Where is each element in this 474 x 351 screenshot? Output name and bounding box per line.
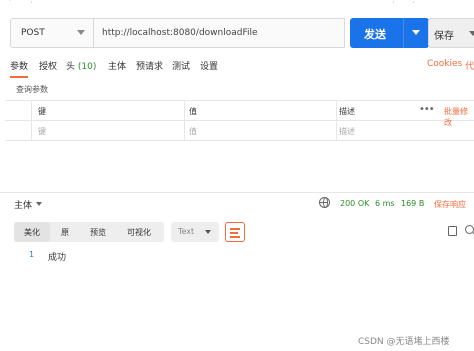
search-icon[interactable] <box>465 225 474 234</box>
value-input[interactable]: 值 <box>189 126 197 137</box>
status-code: 200 OK <box>340 199 370 208</box>
tab-headers[interactable]: 头 (10) <box>66 59 96 72</box>
tab-tests[interactable]: 测试 <box>172 59 190 72</box>
view-raw[interactable]: 原 <box>61 227 69 238</box>
line-number: 1 <box>29 250 35 259</box>
format-value: Text <box>178 227 195 236</box>
url-value: http://localhost:8080/downloadFile <box>102 28 258 38</box>
tab-label: 授权 <box>39 62 58 72</box>
request-tabs: 参数 授权 头 (10) 主体 预请求 测试 设置 Cookies 代 <box>0 59 474 79</box>
query-params-title: 查询参数 <box>16 85 48 94</box>
key-input[interactable]: 键 <box>38 126 46 137</box>
tab-label: 预请求 <box>136 62 164 72</box>
column-divider <box>184 101 185 121</box>
tab-pre-request[interactable]: 预请求 <box>136 59 163 72</box>
column-divider <box>336 121 337 141</box>
code-link[interactable]: 代 <box>465 59 474 72</box>
column-header-description: 描述 <box>339 107 355 116</box>
column-header-value: 值 <box>189 107 197 116</box>
send-button[interactable]: 发送 <box>350 18 429 48</box>
column-divider <box>336 101 337 121</box>
view-mode-segment: 美化 原 预览 可视化 <box>14 222 164 242</box>
wrap-icon <box>230 228 240 230</box>
response-body-label[interactable]: 主体 <box>14 198 32 211</box>
tab-label: 测试 <box>172 62 191 72</box>
wrap-icon <box>230 236 240 238</box>
view-preview[interactable]: 预览 <box>90 227 106 238</box>
table-row: 键 值 描述 <box>5 121 474 141</box>
response-header: 主体 200 OK 6 ms 169 B 保存响应 <box>0 197 474 211</box>
save-button[interactable]: 保存 <box>428 18 474 48</box>
chevron-down-icon[interactable] <box>412 30 420 35</box>
save-button-label: 保存 <box>434 31 454 42</box>
top-mark: · <box>392 0 395 7</box>
table-header: 键 值 描述 ••• 批量修改 <box>5 101 474 127</box>
tab-body[interactable]: 主体 <box>108 59 126 72</box>
response-time: 6 ms <box>375 199 395 208</box>
headers-count: (10) <box>77 62 97 72</box>
copy-icon[interactable] <box>445 223 457 236</box>
response-divider <box>0 192 474 193</box>
tab-settings[interactable]: 设置 <box>200 59 218 72</box>
view-pretty[interactable]: 美化 <box>24 227 40 238</box>
response-body: 1 成功 <box>0 250 474 264</box>
url-input[interactable]: http://localhost:8080/downloadFile <box>94 18 345 48</box>
tab-label: 头 <box>66 62 76 72</box>
chevron-down-icon[interactable] <box>36 202 42 206</box>
params-table: 键 值 描述 ••• 批量修改 键 值 描述 <box>5 100 474 144</box>
save-response-button[interactable]: 保存响应 <box>434 199 466 210</box>
chevron-down-icon <box>205 230 211 234</box>
top-mark: · <box>412 0 415 7</box>
send-button-label: 发送 <box>364 28 386 41</box>
column-divider <box>31 121 32 141</box>
top-mark: · <box>30 0 33 7</box>
wrap-icon <box>230 232 238 234</box>
tab-label: 设置 <box>200 62 219 72</box>
request-bar: POST http://localhost:8080/downloadFile … <box>10 18 474 48</box>
method-select[interactable]: POST <box>10 18 94 48</box>
globe-icon[interactable] <box>319 197 330 208</box>
send-divider <box>403 18 404 48</box>
watermark: CSDN @无语堵上西楼 <box>358 337 450 347</box>
tab-label: 主体 <box>108 62 127 72</box>
column-divider <box>184 121 185 141</box>
response-toolbar: 美化 原 预览 可视化 Text <box>14 222 474 242</box>
top-mark: ˅ <box>8 0 12 7</box>
top-strip: ˅ · · · <box>0 0 474 12</box>
tab-params[interactable]: 参数 <box>10 59 29 78</box>
description-input[interactable]: 描述 <box>339 126 355 137</box>
view-visualize[interactable]: 可视化 <box>127 227 151 238</box>
cookies-link[interactable]: Cookies <box>427 59 462 69</box>
format-select[interactable]: Text <box>171 222 219 242</box>
method-value: POST <box>21 28 45 38</box>
chevron-down-icon <box>77 30 85 35</box>
chevron-down-icon[interactable] <box>469 31 474 36</box>
response-size: 169 B <box>401 199 425 208</box>
column-header-key: 键 <box>38 107 46 116</box>
wrap-lines-button[interactable] <box>225 222 245 242</box>
column-divider <box>31 101 32 121</box>
line-text: 成功 <box>48 253 67 263</box>
tab-label: 参数 <box>10 62 29 72</box>
more-icon[interactable]: ••• <box>419 104 435 115</box>
tab-auth[interactable]: 授权 <box>39 59 57 72</box>
